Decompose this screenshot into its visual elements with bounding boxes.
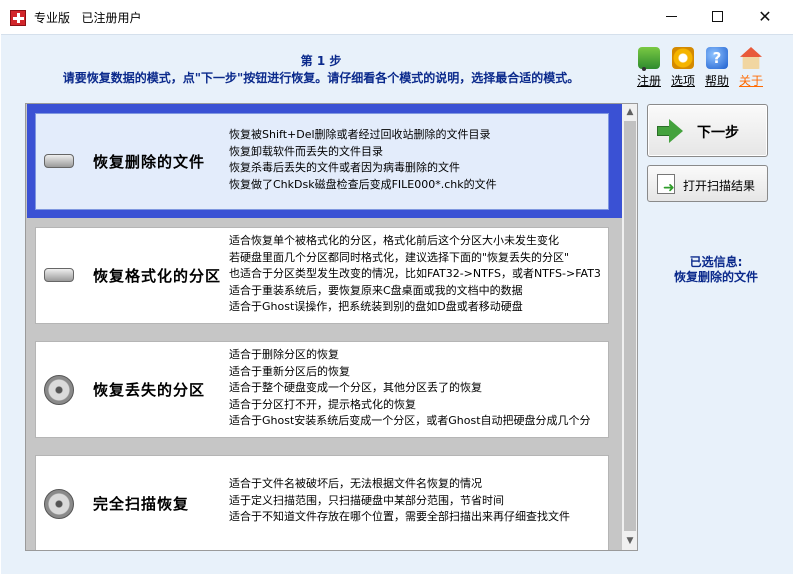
minimize-button[interactable] [648,0,694,33]
help-button[interactable]: ? 帮助 [700,47,734,89]
mode-desc-line: 也适合于分区类型发生改变的情况，比如FAT32->NTFS，或者NTFS->FA… [229,267,601,280]
mode-description: 适合于文件名被破坏后，无法根据文件名恢复的情况 适于定义扫描范围，只扫描硬盘中某… [229,476,607,526]
next-step-label: 下一步 [697,125,739,141]
mode-list-panel: 恢复删除的文件 恢复被Shift+Del删除或者经过回收站删除的文件目录 恢复卸… [25,103,638,551]
mode-desc-line: 恢复杀毒后丢失的文件或者因为病毒删除的文件 [229,161,460,174]
mode-desc-line: 适合于Ghost误操作，把系统装到别的盘如D盘或者移动硬盘 [229,300,523,313]
help-icon: ? [706,47,728,69]
step-instruction: 请要恢复数据的模式，点"下一步"按钮进行恢复。请仔细看各个模式的说明，选择最合适… [62,71,580,85]
mode-desc-line: 适合于重新分区后的恢复 [229,364,350,378]
mode-description: 恢复被Shift+Del删除或者经过回收站删除的文件目录 恢复卸载软件而丢失的文… [229,127,607,193]
maximize-icon [711,11,723,22]
mode-desc-line: 若硬盘里面几个分区都同时格式化，建议选择下面的"恢复丢失的分区" [229,250,570,264]
options-label: 选项 [670,74,695,88]
mode-desc-line: 适合恢复单个被格式化的分区，格式化前后这个分区大小未发生变化 [229,234,559,247]
home-icon [740,47,762,69]
options-button[interactable]: 选项 [666,47,700,89]
mode-desc-line: 适合于文件名被破坏后，无法根据文件名恢复的情况 [229,477,482,490]
hard-drive-icon [44,268,74,282]
mode-title: 恢复删除的文件 [93,153,206,171]
mode-option-full-scan[interactable]: 完全扫描恢复 适合于文件名被破坏后，无法根据文件名恢复的情况 适于定义扫描范围，… [27,446,622,550]
vertical-scrollbar[interactable]: ▲ ▼ [622,104,637,550]
mode-option-recover-lost-partition[interactable]: 恢复丢失的分区 适合于删除分区的恢复 适合于重新分区后的恢复 适合于整个硬盘变成… [27,332,622,446]
mode-desc-line: 适合于整个硬盘变成一个分区，其他分区丢了的恢复 [229,381,482,394]
app-logo-icon [10,10,26,26]
green-arrow-icon [657,119,683,143]
register-label: 注册 [636,74,661,88]
mode-description: 适合恢复单个被格式化的分区，格式化前后这个分区大小未发生变化 若硬盘里面几个分区… [229,233,607,316]
next-step-button[interactable]: 下一步 [647,104,768,157]
step-title: 第 1 步 [300,54,342,68]
mode-title: 完全扫描恢复 [93,495,190,513]
close-button[interactable]: ✕ [742,0,788,33]
mode-desc-line: 适于定义扫描范围，只扫描硬盘中某部分范围，节省时间 [229,493,504,507]
mode-desc-line: 适合于Ghost安装系统后变成一个分区，或者Ghost自动把硬盘分成几个分 [229,414,591,427]
mode-title: 恢复格式化的分区 [93,267,222,285]
edition-label: 专业版 [34,11,71,25]
help-label: 帮助 [704,74,729,88]
selected-info: 已选信息: 恢复删除的文件 [641,255,791,285]
gear-icon [672,47,694,69]
shopping-cart-icon [638,47,660,71]
mode-desc-line: 适合于重装系统后，要恢复原来C盘桌面或我的文档中的数据 [229,283,523,297]
minimize-icon [665,16,677,17]
title-bar: 专业版 已注册用户 ✕ [0,0,794,34]
scroll-down-arrow-icon[interactable]: ▼ [622,533,637,550]
selected-info-label: 已选信息: [689,255,743,269]
window-title: 专业版 已注册用户 [34,9,141,26]
close-icon: ✕ [758,7,772,26]
register-button[interactable]: 注册 [632,47,666,89]
mode-title: 恢复丢失的分区 [93,381,206,399]
open-scan-results-label: 打开扫描结果 [683,179,756,193]
scrollbar-thumb[interactable] [624,121,636,531]
mode-card: 恢复格式化的分区 适合恢复单个被格式化的分区，格式化前后这个分区大小未发生变化 … [35,227,609,324]
hard-drive-icon [44,154,74,168]
mode-option-recover-formatted[interactable]: 恢复格式化的分区 适合恢复单个被格式化的分区，格式化前后这个分区大小未发生变化 … [27,218,622,332]
mode-desc-line: 适合于不知道文件存放在哪个位置，需要全部扫描出来再仔细查找文件 [229,510,570,523]
about-button[interactable]: 关于 [734,47,768,89]
mode-desc-line: 恢复做了ChkDsk磁盘检查后变成FILE000*.chk的文件 [229,177,497,191]
main-client-area: 第 1 步 请要恢复数据的模式，点"下一步"按钮进行恢复。请仔细看各个模式的说明… [1,34,793,574]
mode-card: 恢复删除的文件 恢复被Shift+Del删除或者经过回收站删除的文件目录 恢复卸… [35,113,609,210]
maximize-button[interactable] [694,0,740,33]
scroll-up-arrow-icon[interactable]: ▲ [622,104,637,121]
mode-option-recover-deleted[interactable]: 恢复删除的文件 恢复被Shift+Del删除或者经过回收站删除的文件目录 恢复卸… [27,104,622,218]
mode-desc-line: 适合于分区打不开，提示格式化的恢复 [229,397,416,411]
mode-card: 完全扫描恢复 适合于文件名被破坏后，无法根据文件名恢复的情况 适于定义扫描范围，… [35,455,609,550]
open-scan-results-button[interactable]: 打开扫描结果 [647,165,768,202]
disk-platter-icon [44,489,74,519]
disk-platter-icon [44,375,74,405]
registration-status: 已注册用户 [81,11,142,25]
mode-description: 适合于删除分区的恢复 适合于重新分区后的恢复 适合于整个硬盘变成一个分区，其他分… [229,347,607,430]
mode-desc-line: 适合于删除分区的恢复 [229,348,339,361]
about-label: 关于 [738,74,763,88]
mode-desc-line: 恢复卸载软件而丢失的文件目录 [229,144,383,158]
open-file-icon [657,174,675,196]
mode-card: 恢复丢失的分区 适合于删除分区的恢复 适合于重新分区后的恢复 适合于整个硬盘变成… [35,341,609,438]
selected-info-value: 恢复删除的文件 [673,270,758,284]
mode-desc-line: 恢复被Shift+Del删除或者经过回收站删除的文件目录 [229,128,491,141]
